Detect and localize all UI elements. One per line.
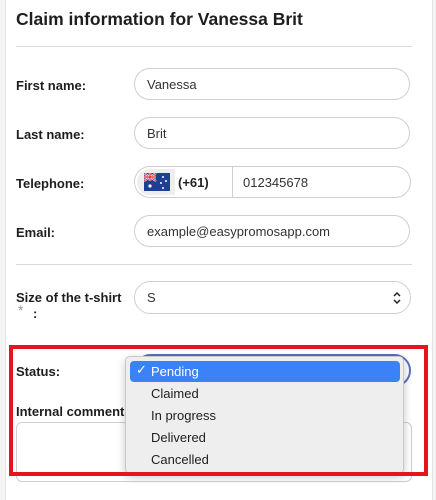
email-input[interactable]: example@easypromosapp.com <box>134 215 410 247</box>
australia-flag-icon <box>144 173 170 191</box>
first-name-input[interactable]: Vanessa <box>134 68 410 100</box>
tshirt-size-label: Size of the t-shirt <box>16 290 122 305</box>
telephone-input[interactable]: 012345678 <box>232 166 411 198</box>
country-code: (+61) <box>178 175 209 190</box>
page-title: Claim information for Vanessa Brit <box>16 9 303 29</box>
last-name-input[interactable]: Brit <box>134 117 410 149</box>
highlight-box <box>9 345 428 476</box>
email-label: Email: <box>16 225 56 240</box>
last-name-label: Last name: <box>16 127 85 142</box>
tshirt-label-colon: : <box>33 306 38 321</box>
select-chevrons-icon <box>393 291 401 305</box>
section-divider <box>16 264 412 265</box>
title-divider <box>16 46 412 47</box>
telephone-label: Telephone: <box>16 176 85 191</box>
first-name-label: First name: <box>16 78 87 93</box>
country-code-selector[interactable]: (+61) <box>134 166 233 198</box>
required-asterisk: * <box>18 302 24 318</box>
tshirt-size-select[interactable]: S <box>134 281 411 314</box>
tshirt-size-value: S <box>147 290 156 305</box>
